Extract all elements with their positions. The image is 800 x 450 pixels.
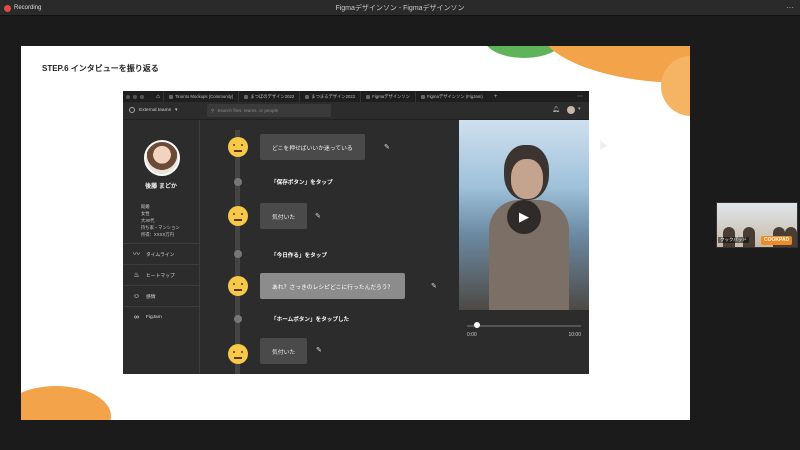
menu-item-label: ヒートマップ bbox=[146, 273, 175, 279]
menu-item-label: 感情 bbox=[146, 294, 156, 300]
file-tab[interactable]: まつまるデザイン2022 bbox=[299, 91, 360, 102]
window-title: Figmaデザインソン - Figmaデザインソン bbox=[335, 5, 465, 12]
file-icon bbox=[305, 94, 310, 99]
timeline-dot bbox=[234, 178, 242, 186]
file-tab-label: まつぼのデザイン2022 bbox=[250, 93, 295, 99]
file-tab-label: Tinonto Mockups (Community) bbox=[175, 94, 234, 99]
figma-tab-bar: ⌂ Tinonto Mockups (Community) まつぼのデザイン20… bbox=[123, 91, 589, 102]
pencil-icon[interactable]: ✎ bbox=[316, 346, 322, 354]
persona-attribute: 女性 bbox=[141, 211, 150, 216]
video-progress-handle[interactable] bbox=[474, 322, 481, 328]
timeline-dot bbox=[234, 250, 242, 258]
participant-name: クックパッド bbox=[718, 237, 749, 243]
more-icon[interactable]: ⋯ bbox=[577, 93, 583, 100]
time-total: 10:00 bbox=[568, 332, 581, 338]
team-icon bbox=[129, 107, 135, 113]
menu-item-heatmap[interactable]: ♨ ヒートマップ bbox=[123, 264, 200, 285]
participant-video[interactable]: クックパッド COOKPAD bbox=[716, 202, 798, 248]
persona-menu: 〰タイムライン ♨ ヒートマップ ☺ 感情 ∞ FigJam bbox=[123, 243, 200, 327]
pencil-icon[interactable]: ✎ bbox=[315, 212, 321, 220]
menu-item-label: FigJam bbox=[146, 314, 162, 320]
timeline-dot bbox=[234, 315, 242, 323]
flame-icon: ♨ bbox=[133, 272, 140, 279]
neutral-face-icon bbox=[228, 206, 248, 226]
file-icon bbox=[169, 94, 173, 99]
persona-attributes: 既婚 女性 大30代 持ち家・マンション 所得：XXXX万円 bbox=[141, 203, 180, 238]
new-tab-icon[interactable]: + bbox=[494, 94, 498, 100]
file-tab[interactable]: Tinonto Mockups (Community) bbox=[163, 91, 238, 102]
file-tab-label: Figmaデザインソン bbox=[372, 93, 410, 99]
link-icon: ∞ bbox=[134, 313, 139, 321]
video-player: ▶ 0:00 10:00 bbox=[459, 120, 589, 374]
timeline-icon: 〰 bbox=[133, 251, 140, 258]
file-tab-label: まつまるデザイン2022 bbox=[311, 93, 356, 99]
cookpad-logo: COOKPAD bbox=[761, 236, 793, 245]
timeline-bubble[interactable]: どこを押せばいいか迷っている bbox=[260, 134, 365, 160]
timeline-bubble[interactable]: 気付いた bbox=[260, 338, 308, 364]
play-icon[interactable]: ▶ bbox=[507, 200, 541, 234]
menu-item-figjam[interactable]: ∞ FigJam bbox=[123, 306, 200, 327]
persona-attribute: 持ち家・マンション bbox=[141, 225, 180, 230]
window-titlebar: Recording Figmaデザインソン - Figmaデザインソン ⋯ bbox=[0, 0, 800, 16]
menu-item-emotion[interactable]: ☺ 感情 bbox=[123, 285, 200, 306]
window-control-icon[interactable] bbox=[140, 94, 144, 99]
persona-panel: 後藤 まどか 既婚 女性 大30代 持ち家・マンション 所得：XXXX万円 〰タ… bbox=[123, 120, 200, 374]
timeline-bubble[interactable]: 気付いた bbox=[260, 203, 308, 229]
file-tab-label: Figmaデザインソン (FigJam) bbox=[426, 93, 483, 99]
file-tab[interactable]: Figmaデザインソン bbox=[360, 91, 415, 102]
persona-attribute: 大30代 bbox=[141, 218, 155, 223]
search-placeholder: Search files, teams, or people bbox=[217, 108, 279, 113]
crying-face-icon bbox=[228, 137, 248, 157]
menu-item-timeline[interactable]: 〰タイムライン bbox=[123, 243, 200, 264]
timeline-action: 「今日作る」をタップ bbox=[271, 253, 327, 259]
persona-attribute: 既婚 bbox=[141, 204, 150, 209]
file-icon bbox=[366, 94, 371, 99]
window-menu-icon[interactable]: ⋯ bbox=[786, 3, 794, 12]
search-icon: ⚲ bbox=[211, 107, 215, 113]
file-icon bbox=[420, 94, 425, 99]
file-tab[interactable]: Figmaデザインソン (FigJam) bbox=[414, 91, 488, 102]
persona-attribute: 所得：XXXX万円 bbox=[141, 232, 174, 237]
confused-face-icon bbox=[228, 276, 248, 296]
team-label: External teams bbox=[139, 107, 171, 113]
timeline-bubble[interactable]: あれ？さっきのレシピどこに行ったんだろう？ bbox=[260, 273, 406, 299]
time-current: 0:00 bbox=[467, 332, 477, 338]
chevron-down-icon[interactable]: ▾ bbox=[578, 106, 581, 112]
slide-title: STEP.6 インタビューを振り返る bbox=[42, 64, 159, 73]
menu-item-label: タイムライン bbox=[146, 252, 175, 258]
search-field[interactable]: ⚲ Search files, teams, or people bbox=[207, 104, 331, 117]
screen: Recording Figmaデザインソン - Figmaデザインソン ⋯ ST… bbox=[0, 0, 800, 450]
figma-window: ⌂ Tinonto Mockups (Community) まつぼのデザイン20… bbox=[123, 91, 589, 374]
bell-icon[interactable]: 🔔︎ bbox=[552, 106, 560, 113]
window-control-icon[interactable] bbox=[133, 94, 137, 99]
persona-avatar bbox=[144, 140, 180, 176]
team-switcher[interactable]: External teams ▾ bbox=[129, 107, 177, 113]
timeline-action: 「保存ボタン」をタップ bbox=[271, 180, 333, 186]
video-progress-track[interactable] bbox=[467, 325, 581, 327]
interview-video[interactable]: ▶ bbox=[459, 120, 589, 310]
persona-name: 後藤 まどか bbox=[145, 184, 177, 190]
file-icon bbox=[244, 94, 249, 99]
window-control-icon[interactable] bbox=[126, 94, 130, 99]
file-tab[interactable]: まつぼのデザイン2022 bbox=[238, 91, 299, 102]
decorative-blob bbox=[21, 386, 111, 420]
pencil-icon[interactable]: ✎ bbox=[431, 282, 437, 290]
avatar[interactable] bbox=[567, 106, 575, 114]
pencil-icon[interactable]: ✎ bbox=[384, 143, 390, 151]
presentation-slide: STEP.6 インタビューを振り返る ⌂ Tinonto Mockups (Co… bbox=[21, 46, 690, 420]
figma-toolbar: External teams ▾ ⚲ Search files, teams, … bbox=[123, 102, 589, 120]
timeline-action: 「ホームボタン」をタップした bbox=[271, 317, 350, 323]
home-icon[interactable]: ⌂ bbox=[153, 94, 163, 100]
neutral-face-icon bbox=[228, 344, 248, 364]
chevron-down-icon: ▾ bbox=[175, 107, 178, 113]
timeline-panel: どこを押せばいいか迷っている ✎ 「保存ボタン」をタップ 気付いた ✎ 「今日作… bbox=[200, 120, 459, 374]
smiley-icon: ☺ bbox=[132, 292, 141, 300]
